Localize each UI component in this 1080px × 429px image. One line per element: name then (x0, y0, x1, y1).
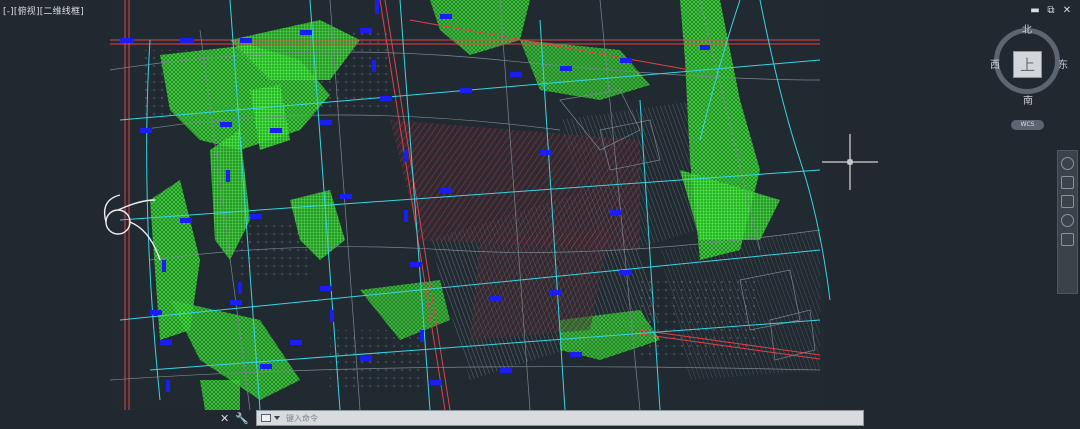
chevron-down-icon[interactable] (274, 416, 280, 420)
close-command-line-icon[interactable]: ✕ (220, 412, 229, 425)
orbit-icon[interactable] (1061, 214, 1074, 227)
full-navigation-wheel-icon[interactable] (1061, 157, 1074, 170)
zoom-icon[interactable] (1061, 195, 1074, 208)
command-history-icon[interactable] (261, 414, 271, 422)
window-controls: ▬ ⧉ ✕ (1030, 5, 1072, 16)
drawing-canvas[interactable] (0, 0, 1080, 429)
compass-west[interactable]: 西 (990, 61, 1000, 71)
crosshair-cursor (822, 134, 878, 190)
viewcube-top-face[interactable]: 上 (1013, 51, 1042, 78)
restore-icon[interactable]: ⧉ (1046, 5, 1056, 16)
compass-south[interactable]: 南 (1023, 97, 1033, 107)
settings-wrench-icon[interactable]: 🔧 (235, 412, 249, 425)
wcs-menu-button[interactable]: WCS (1011, 120, 1044, 130)
compass-east[interactable]: 东 (1058, 61, 1068, 71)
viewport-controls-label[interactable]: [-][俯视][二维线框] (3, 4, 84, 17)
pan-icon[interactable] (1061, 176, 1074, 189)
viewcube[interactable]: 上 北 南 东 西 (990, 24, 1072, 107)
command-line-controls: ✕ 🔧 (220, 410, 254, 426)
navigation-bar (1057, 150, 1078, 294)
minimize-icon[interactable]: ▬ (1030, 5, 1040, 16)
showmotion-icon[interactable] (1061, 233, 1074, 246)
close-icon[interactable]: ✕ (1062, 5, 1072, 16)
compass-north[interactable]: 北 (1022, 26, 1032, 36)
command-line (256, 410, 864, 426)
command-input[interactable] (286, 412, 863, 424)
